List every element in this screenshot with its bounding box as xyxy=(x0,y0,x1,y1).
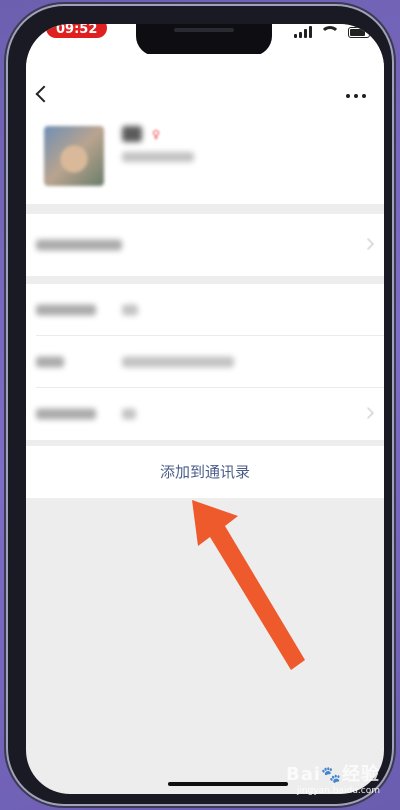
notch xyxy=(136,24,272,56)
row-label-blurred xyxy=(36,239,122,251)
chevron-right-icon xyxy=(362,238,374,250)
profile-header: ♀ xyxy=(26,108,384,204)
baidu-paw-icon: 🐾 xyxy=(321,765,342,784)
row-source xyxy=(26,336,384,388)
row-label-blurred xyxy=(36,356,64,368)
nav-bar xyxy=(26,54,384,108)
row-remarks-tags[interactable] xyxy=(26,214,384,276)
watermark-url: jingyan.baidu.com xyxy=(296,786,380,796)
row-value-blurred xyxy=(122,356,234,368)
speaker-grille xyxy=(174,28,234,32)
signal-icon xyxy=(294,26,312,38)
avatar[interactable] xyxy=(44,126,104,186)
status-icons xyxy=(294,26,370,38)
row-label-blurred xyxy=(36,304,96,316)
row-value-blurred xyxy=(122,304,138,316)
gender-icon: ♀ xyxy=(152,128,161,141)
phone-screen: 09:52 ♀ 添加到通讯录 xyxy=(26,24,384,794)
more-dots-icon[interactable] xyxy=(346,94,366,98)
watermark-brand: Bai🐾经验 xyxy=(286,764,380,785)
phone-frame: 09:52 ♀ 添加到通讯录 xyxy=(6,4,394,806)
add-to-contacts-button[interactable]: 添加到通讯录 xyxy=(26,446,384,498)
row-label-blurred xyxy=(36,408,96,420)
chevron-right-icon xyxy=(362,407,374,419)
row-more-info[interactable] xyxy=(26,388,384,440)
back-chevron-icon[interactable] xyxy=(35,85,53,103)
home-indicator xyxy=(168,782,288,786)
contact-name-blurred xyxy=(122,126,142,142)
watermark: Bai🐾经验 jingyan.baidu.com xyxy=(286,760,380,796)
moments-icon-blurred xyxy=(122,408,136,420)
region-text-blurred xyxy=(122,152,194,162)
battery-icon xyxy=(348,26,370,38)
status-bar: 09:52 xyxy=(26,24,384,56)
row-signature xyxy=(26,284,384,336)
status-time: 09:52 xyxy=(46,24,108,38)
wifi-icon xyxy=(320,26,340,38)
